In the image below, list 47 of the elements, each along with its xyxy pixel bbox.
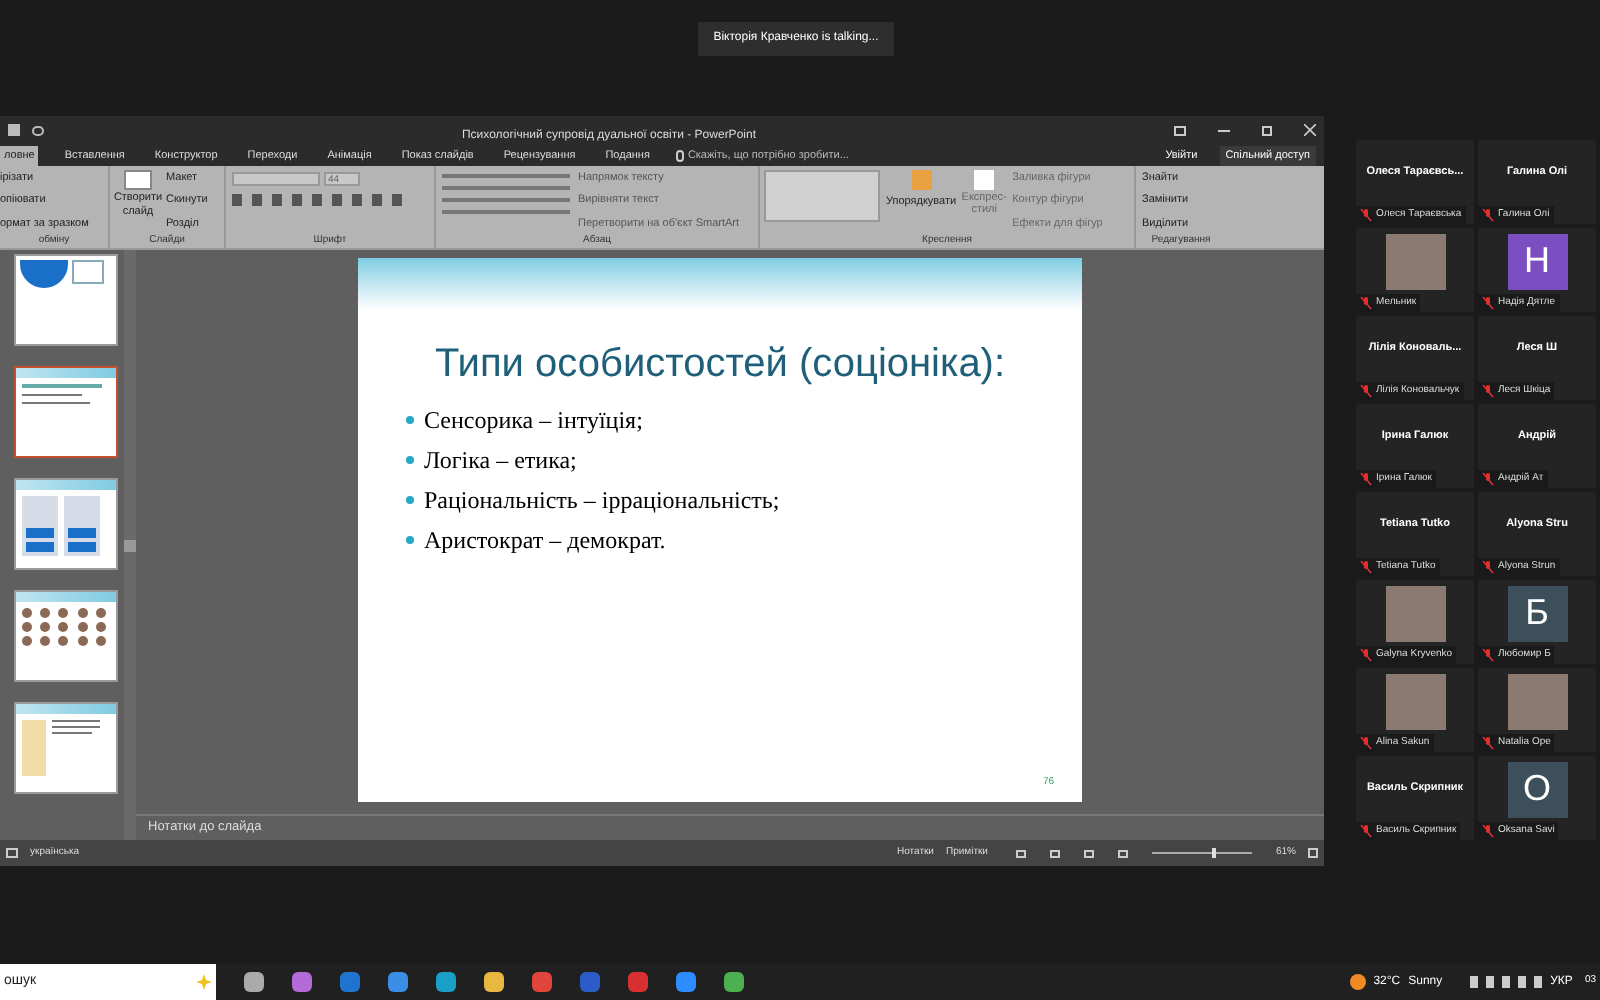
muted-mic-icon xyxy=(1482,472,1494,486)
muted-mic-icon xyxy=(1482,736,1494,750)
bullet-text: Аристократ – демократ. xyxy=(424,524,666,558)
muted-mic-icon xyxy=(1360,648,1372,662)
bullet-icon xyxy=(406,536,414,544)
font-name-field[interactable] xyxy=(232,172,320,186)
muted-mic-icon xyxy=(1360,560,1372,574)
slide-thumbnail[interactable] xyxy=(14,366,118,458)
photo-placeholder xyxy=(1507,673,1567,729)
slide-title: Типи особистостей (соціоніка): xyxy=(432,340,1008,390)
paragraph-icons xyxy=(442,174,570,214)
participant-avatar: Н xyxy=(1507,233,1567,289)
minimize-icon xyxy=(1218,129,1230,131)
bullet-text: Логіка – етика; xyxy=(424,444,577,478)
slide-thumbnail[interactable] xyxy=(14,254,118,346)
photo-placeholder xyxy=(1385,673,1445,729)
muted-mic-icon xyxy=(1360,384,1372,398)
bullet-icon xyxy=(406,456,414,464)
bullet-icon xyxy=(406,416,414,424)
slide-thumbnail[interactable] xyxy=(14,702,118,794)
bullet-text: Сенсорика – інтуїція; xyxy=(424,404,643,438)
close-icon[interactable] xyxy=(1304,124,1316,136)
muted-mic-icon xyxy=(1360,472,1372,486)
zoom-thumb[interactable] xyxy=(1211,848,1216,858)
sparkle-icon xyxy=(196,974,212,990)
muted-mic-icon xyxy=(1482,384,1494,398)
scrollbar[interactable] xyxy=(124,250,136,840)
participant-avatar: Б xyxy=(1507,585,1567,641)
maximize-icon xyxy=(1262,125,1272,135)
weather-icon xyxy=(1349,974,1366,990)
muted-mic-icon xyxy=(1360,296,1372,310)
slide-thumbnail[interactable] xyxy=(14,590,118,682)
muted-mic-icon xyxy=(1482,648,1494,662)
muted-mic-icon xyxy=(1482,560,1494,574)
muted-mic-icon xyxy=(1482,208,1494,222)
muted-mic-icon xyxy=(1360,208,1372,222)
muted-mic-icon xyxy=(1482,824,1494,838)
bullet-icon xyxy=(406,496,414,504)
save-icon xyxy=(8,124,20,136)
photo-placeholder xyxy=(1385,233,1445,289)
slide-thumbnail[interactable] xyxy=(14,478,118,570)
muted-mic-icon xyxy=(1482,296,1494,310)
bullet-text: Раціональність – ірраціональність; xyxy=(424,484,780,518)
muted-mic-icon xyxy=(1360,824,1372,838)
muted-mic-icon xyxy=(1360,736,1372,750)
photo-placeholder xyxy=(1385,585,1445,641)
participant-avatar: О xyxy=(1507,761,1567,817)
